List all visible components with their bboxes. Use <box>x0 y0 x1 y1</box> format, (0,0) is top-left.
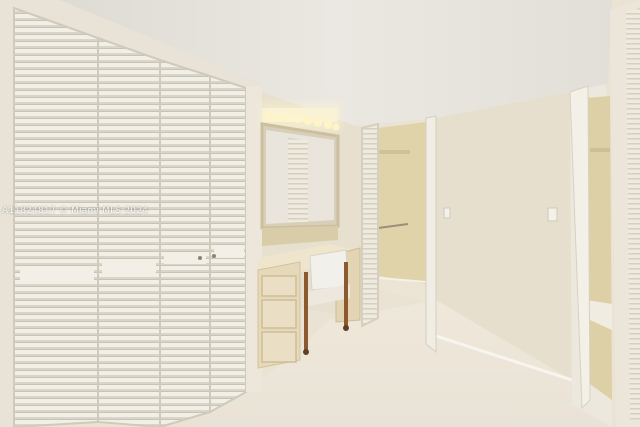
watermark-text: A11824817 © Miami MLS 2024 <box>2 206 149 216</box>
walk-in-closet <box>378 122 426 284</box>
light-switch <box>547 207 558 222</box>
light-switch <box>443 207 451 219</box>
doorway <box>569 84 612 427</box>
closet-shelf <box>378 150 410 154</box>
vanity-mirror <box>260 104 340 230</box>
bedroom-photo: A11824817 © Miami MLS 2024 <box>0 0 640 427</box>
